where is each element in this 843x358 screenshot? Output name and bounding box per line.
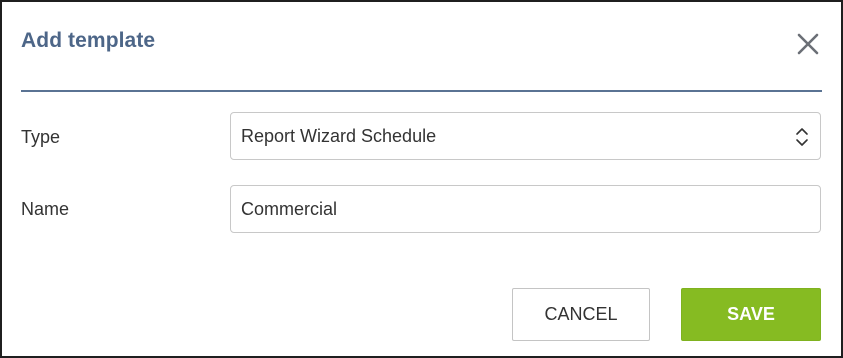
name-label: Name: [21, 199, 70, 219]
cancel-button[interactable]: CANCEL: [512, 288, 650, 341]
header-divider: [21, 90, 822, 92]
type-select[interactable]: Report Wizard Schedule: [230, 112, 821, 160]
add-template-dialog: Add template Type Report Wizard Schedule…: [0, 0, 843, 358]
close-icon[interactable]: [794, 30, 822, 58]
name-input-value: Commercial: [241, 198, 338, 219]
dialog-title: Add template: [21, 29, 156, 52]
name-input[interactable]: Commercial: [230, 185, 821, 233]
type-label: Type: [21, 127, 61, 147]
type-select-value: Report Wizard Schedule: [241, 125, 437, 146]
save-button[interactable]: SAVE: [681, 288, 821, 341]
select-arrows-icon: [794, 126, 810, 148]
